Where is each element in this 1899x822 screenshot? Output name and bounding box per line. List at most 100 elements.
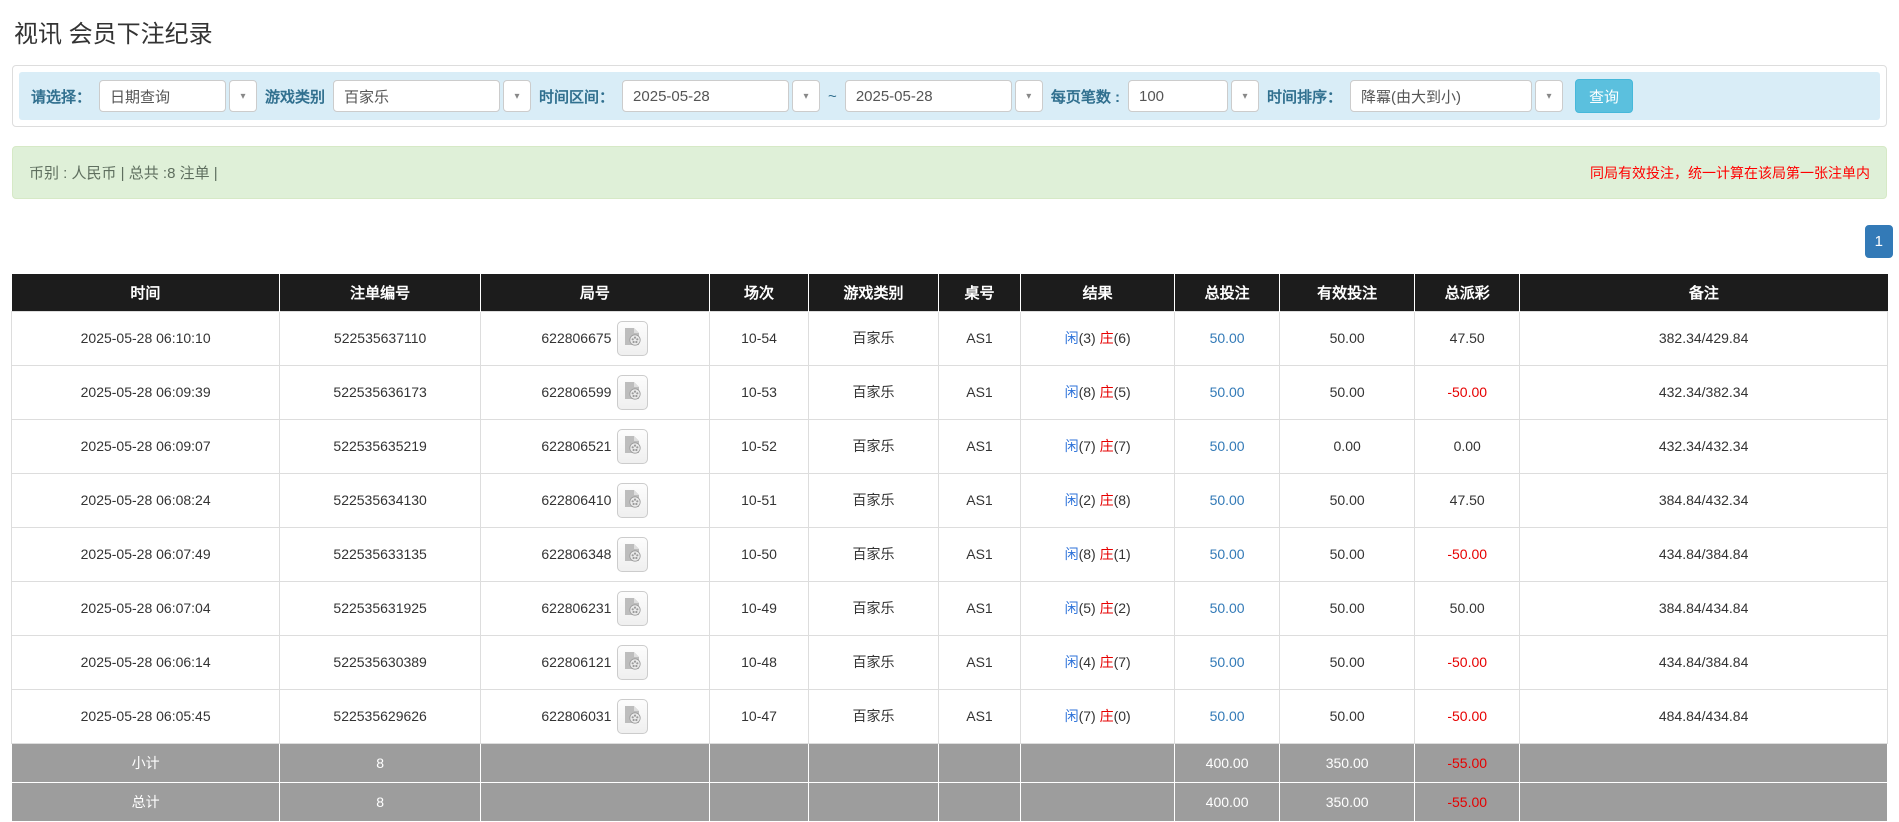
cell-table-no: AS1 — [937, 526, 1022, 582]
result-player-points: (3) — [1078, 330, 1096, 346]
query-type-dropdown-button[interactable]: ▾ — [229, 80, 258, 112]
cell-table-no: AS1 — [937, 580, 1022, 636]
cell-total-bet: 50.00 — [1174, 688, 1281, 744]
time-range-label: 时间区间： — [539, 88, 615, 106]
video-record-button[interactable] — [617, 590, 649, 626]
result-player-label: 闲 — [1064, 438, 1079, 454]
table-body: 2025-05-28 06:10:10 522535637110 6228066… — [10, 310, 1888, 744]
cell-valid-bet: 50.00 — [1279, 472, 1416, 528]
cell-session: 10-49 — [708, 580, 810, 636]
cell-bet-id: 522535629626 — [279, 688, 481, 744]
cell-result: 闲(8) 庄(1) — [1020, 526, 1176, 582]
cell-time: 2025-05-28 06:10:10 — [10, 310, 281, 366]
summary-note: 同局有效投注，统一计算在该局第一张注单内 — [1590, 164, 1870, 181]
table-header-row: 时间 注单编号 局号 场次 游戏类别 桌号 结果 总投注 有效投注 总派彩 备注 — [11, 274, 1888, 311]
footer-empty-result — [1020, 781, 1176, 822]
total-bet-link[interactable]: 50.00 — [1210, 546, 1245, 562]
cell-total-payout: -50.00 — [1414, 688, 1521, 744]
date-to-combo: ▾ — [844, 80, 1043, 112]
cell-time: 2025-05-28 06:09:39 — [10, 364, 281, 420]
cell-total-payout: 0.00 — [1414, 418, 1521, 474]
video-record-button[interactable] — [617, 698, 649, 734]
round-id-text: 622806410 — [541, 492, 612, 508]
total-bet-link[interactable]: 50.00 — [1210, 600, 1245, 616]
footer-label: 小计 — [10, 742, 281, 783]
cell-round-id: 622806348 — [479, 526, 710, 582]
result-banker-points: (8) — [1113, 492, 1131, 508]
query-type-combo: ▾ — [99, 80, 258, 112]
cell-total-bet: 50.00 — [1174, 418, 1281, 474]
range-separator: ~ — [828, 87, 837, 105]
table-header: 时间 注单编号 局号 场次 游戏类别 桌号 结果 总投注 有效投注 总派彩 备注 — [11, 274, 1888, 311]
cell-round-id: 622806599 — [479, 364, 710, 420]
cell-valid-bet: 50.00 — [1279, 526, 1416, 582]
game-type-input[interactable] — [333, 80, 501, 112]
pagination-page-1-button[interactable]: 1 — [1864, 225, 1893, 258]
total-bet-link[interactable]: 50.00 — [1210, 492, 1245, 508]
video-record-button[interactable] — [617, 320, 649, 356]
video-record-button[interactable] — [617, 644, 649, 680]
cell-valid-bet: 0.00 — [1279, 418, 1416, 474]
cell-session: 10-52 — [708, 418, 810, 474]
chevron-down-icon: ▾ — [1242, 90, 1248, 102]
video-record-button[interactable] — [617, 536, 649, 572]
query-type-input[interactable] — [99, 80, 227, 112]
cell-table-no: AS1 — [937, 418, 1022, 474]
result-player-points: (5) — [1078, 600, 1096, 616]
cell-session: 10-54 — [708, 310, 810, 366]
cell-time: 2025-05-28 06:07:49 — [10, 526, 281, 582]
per-page-input[interactable] — [1127, 80, 1228, 112]
video-record-icon — [624, 327, 642, 349]
cell-round-id: 622806031 — [479, 688, 710, 744]
game-type-dropdown-button[interactable]: ▾ — [503, 80, 532, 112]
per-page-label: 每页笔数 : — [1050, 88, 1120, 106]
total-bet-link[interactable]: 50.00 — [1210, 438, 1245, 454]
table-row: 2025-05-28 06:09:07 522535635219 6228065… — [10, 418, 1888, 474]
cell-total-payout: 47.50 — [1414, 472, 1521, 528]
cell-result: 闲(7) 庄(0) — [1020, 688, 1176, 744]
bet-records-table: 时间 注单编号 局号 场次 游戏类别 桌号 结果 总投注 有效投注 总派彩 备注… — [10, 274, 1888, 822]
date-from-input[interactable] — [622, 80, 790, 112]
cell-total-bet: 50.00 — [1174, 634, 1281, 690]
video-record-button[interactable] — [617, 374, 649, 410]
sort-order-dropdown-button[interactable]: ▾ — [1535, 80, 1563, 112]
cell-table-no: AS1 — [937, 688, 1022, 744]
footer-empty-session — [708, 742, 810, 783]
cell-time: 2025-05-28 06:07:04 — [10, 580, 281, 636]
result-banker-label: 庄 — [1099, 708, 1114, 724]
video-record-icon — [624, 651, 642, 673]
total-bet-link[interactable]: 50.00 — [1210, 330, 1245, 346]
table-row: 2025-05-28 06:10:10 522535637110 6228066… — [10, 310, 1888, 366]
cell-result: 闲(2) 庄(8) — [1020, 472, 1176, 528]
cell-remark: 384.84/432.34 — [1519, 472, 1888, 528]
total-bet-link[interactable]: 50.00 — [1210, 384, 1245, 400]
result-banker-label: 庄 — [1099, 654, 1114, 670]
date-from-dropdown-button[interactable]: ▾ — [792, 80, 821, 112]
footer-count: 8 — [279, 781, 481, 822]
footer-empty-round — [479, 742, 710, 783]
chevron-down-icon: ▾ — [240, 90, 246, 102]
table-row: 2025-05-28 06:07:49 522535633135 6228063… — [10, 526, 1888, 582]
total-bet-link[interactable]: 50.00 — [1210, 654, 1245, 670]
round-id-text: 622806348 — [541, 546, 612, 562]
date-to-dropdown-button[interactable]: ▾ — [1014, 80, 1043, 112]
cell-game-type: 百家乐 — [808, 364, 939, 420]
video-record-button[interactable] — [617, 482, 649, 518]
video-record-icon — [624, 435, 642, 457]
sort-order-label: 时间排序： — [1266, 88, 1342, 106]
result-player-points: (8) — [1078, 546, 1096, 562]
cell-game-type: 百家乐 — [808, 580, 939, 636]
date-to-input[interactable] — [844, 80, 1012, 112]
chevron-down-icon: ▾ — [803, 90, 809, 102]
search-button[interactable]: 查询 — [1575, 79, 1634, 113]
sort-order-input[interactable] — [1350, 80, 1532, 112]
cell-result: 闲(7) 庄(7) — [1020, 418, 1176, 474]
cell-game-type: 百家乐 — [808, 418, 939, 474]
video-record-button[interactable] — [617, 428, 649, 464]
per-page-dropdown-button[interactable]: ▾ — [1230, 80, 1259, 112]
result-banker-points: (6) — [1113, 330, 1131, 346]
result-banker-label: 庄 — [1099, 492, 1114, 508]
total-bet-link[interactable]: 50.00 — [1210, 708, 1245, 724]
cell-total-bet: 50.00 — [1174, 310, 1281, 366]
cell-table-no: AS1 — [937, 310, 1022, 366]
